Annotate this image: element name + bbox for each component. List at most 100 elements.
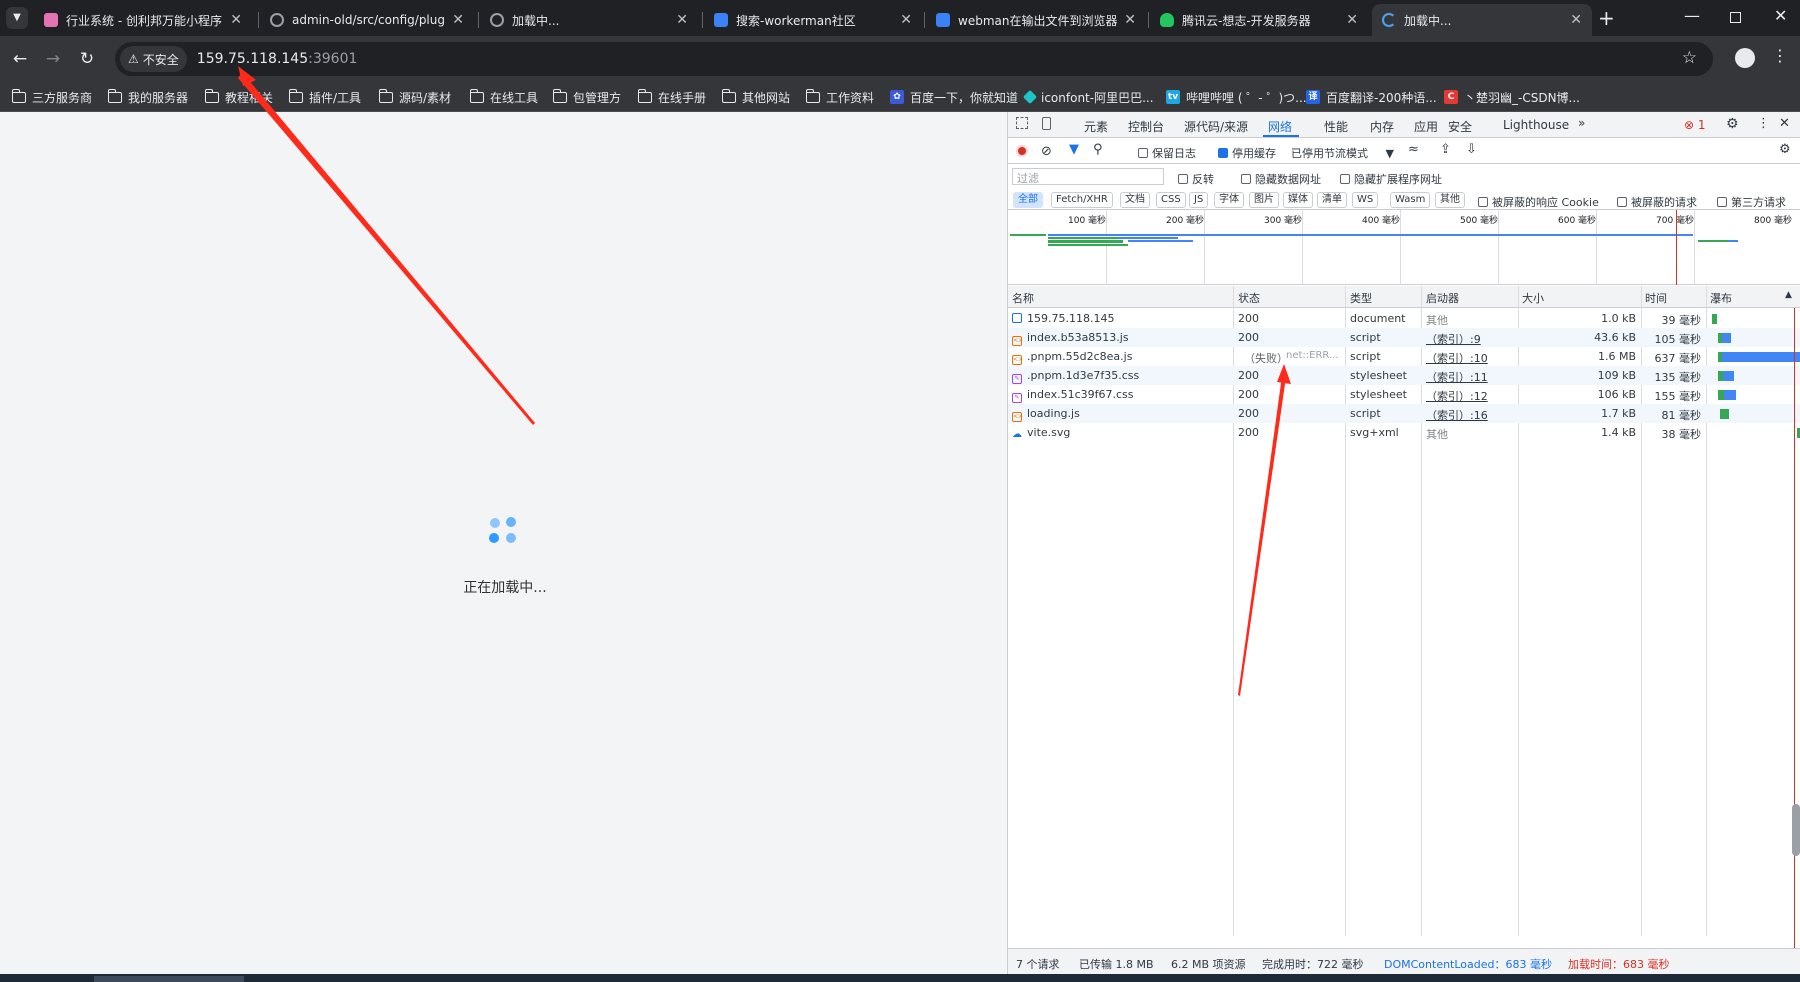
bookmark-link[interactable]: iconfont-阿里巴巴... — [1022, 87, 1154, 107]
disable-cache-checkbox[interactable]: 停用缓存 — [1218, 145, 1276, 161]
invert-checkbox[interactable]: 反转 — [1178, 171, 1214, 187]
initiator-link[interactable]: （索引）:9 — [1426, 331, 1481, 347]
export-har-icon[interactable]: ⇩ — [1466, 142, 1477, 157]
request-row[interactable]: <> index.b53a8513.js 200 script （索引）:9 43… — [1008, 328, 1800, 347]
tab-network[interactable]: 网络 — [1268, 118, 1292, 135]
bookmark-link[interactable]: tv 哔哩哔哩 ( ゜- ゜)つ... — [1166, 87, 1307, 107]
checkbox[interactable] — [1617, 197, 1627, 207]
type-filter-doc[interactable]: 文档 — [1120, 192, 1150, 208]
initiator-link[interactable]: （索引）:16 — [1426, 407, 1488, 423]
filter-funnel-icon[interactable]: ▼ — [1069, 142, 1079, 157]
close-icon[interactable]: ✕ — [1124, 12, 1136, 28]
column-header-initiator[interactable]: 启动器 — [1426, 290, 1459, 306]
security-chip[interactable]: ⚠ 不安全 — [120, 46, 187, 72]
type-filter-media[interactable]: 媒体 — [1283, 192, 1313, 208]
request-row[interactable]: ✎ index.51c39f67.css 200 stylesheet （索引）:… — [1008, 385, 1800, 404]
request-row[interactable]: ✎ .pnpm.1d3e7f35.css 200 stylesheet （索引）:… — [1008, 366, 1800, 385]
error-badge[interactable]: ⊗ 1 — [1684, 118, 1706, 132]
tab-4[interactable]: webman在输出文件到浏览器时... ✕ — [926, 4, 1146, 36]
checkbox[interactable] — [1717, 197, 1727, 207]
request-row[interactable]: 159.75.118.145 200 document 其他 1.0 kB 39… — [1008, 309, 1800, 328]
scrollbar-thumb[interactable] — [1792, 804, 1800, 856]
request-row[interactable]: ☁ vite.svg 200 svg+xml 其他 1.4 kB 38 毫秒 — [1008, 423, 1800, 442]
more-options-icon[interactable]: ⋮ — [1757, 116, 1770, 131]
tab-console[interactable]: 控制台 — [1128, 118, 1164, 135]
profile-avatar[interactable] — [1735, 48, 1755, 68]
close-icon[interactable]: ✕ — [900, 12, 912, 28]
sort-ascending-icon[interactable]: ▲ — [1785, 290, 1792, 300]
tab-performance[interactable]: 性能 — [1324, 118, 1348, 135]
initiator-link[interactable]: （索引）:12 — [1426, 388, 1488, 404]
tab-5[interactable]: 腾讯云-想志-开发服务器 ✕ — [1150, 4, 1368, 36]
device-toolbar-icon[interactable] — [1042, 117, 1051, 130]
minimize-button[interactable]: — — [1684, 6, 1700, 25]
type-filter-font[interactable]: 字体 — [1214, 192, 1244, 208]
checkbox[interactable] — [1478, 197, 1488, 207]
column-header-type[interactable]: 类型 — [1350, 290, 1372, 306]
column-header-waterfall[interactable]: 瀑布 — [1710, 290, 1732, 306]
tab-search-button[interactable]: ▼ — [6, 7, 28, 29]
inspect-element-icon[interactable] — [1016, 117, 1028, 129]
type-filter-js[interactable]: JS — [1189, 192, 1209, 208]
filter-input[interactable]: 过滤 — [1012, 168, 1164, 185]
close-icon[interactable]: ✕ — [676, 12, 688, 28]
close-window-button[interactable]: ✕ — [1774, 6, 1787, 25]
bookmark-folder[interactable]: 插件/工具 — [289, 87, 361, 107]
record-stop-icon[interactable] — [1016, 145, 1028, 157]
back-arrow-icon[interactable]: ← — [9, 48, 31, 70]
type-filter-other[interactable]: 其他 — [1435, 192, 1465, 208]
request-row[interactable]: <> loading.js 200 script （索引）:16 1.7 kB 8… — [1008, 404, 1800, 423]
settings-gear-icon[interactable]: ⚙ — [1726, 116, 1739, 132]
bookmark-folder[interactable]: 教程相关 — [205, 87, 273, 107]
tab-lighthouse[interactable]: Lighthouse — [1503, 118, 1569, 132]
type-filter-wasm[interactable]: Wasm — [1390, 192, 1431, 208]
preserve-log-checkbox[interactable]: 保留日志 — [1138, 145, 1196, 161]
initiator-link[interactable]: （索引）:10 — [1426, 350, 1488, 366]
bookmark-link[interactable]: C 丶楚羽幽_-CSDN博... — [1444, 87, 1580, 107]
network-settings-gear-icon[interactable]: ⚙ — [1779, 142, 1791, 157]
checkbox[interactable] — [1178, 174, 1188, 184]
close-devtools-icon[interactable]: ✕ — [1779, 116, 1790, 131]
bookmark-folder[interactable]: 三方服务商 — [12, 87, 92, 107]
more-tabs-chevron-icon[interactable]: » — [1578, 116, 1585, 130]
more-menu-icon[interactable]: ⋮ — [1772, 46, 1788, 65]
bookmark-folder[interactable]: 在线手册 — [638, 87, 706, 107]
column-header-name[interactable]: 名称 — [1012, 290, 1034, 306]
close-icon[interactable]: ✕ — [1570, 12, 1582, 28]
tab-3[interactable]: 搜索-workerman社区 ✕ — [704, 4, 922, 36]
tab-0[interactable]: 行业系统 - 创利邦万能小程序 ✕ — [34, 4, 252, 36]
column-header-size[interactable]: 大小 — [1522, 290, 1544, 306]
bookmark-link[interactable]: 译百度翻译-200种语... — [1306, 87, 1437, 107]
reload-icon[interactable]: ↻ — [76, 48, 98, 70]
tab-memory[interactable]: 内存 — [1370, 118, 1394, 135]
network-conditions-icon[interactable]: ≈ — [1408, 142, 1419, 157]
request-row[interactable]: <> .pnpm.55d2c8ea.js （失败） net::ERR... scr… — [1008, 347, 1800, 366]
network-overview-timeline[interactable]: 100 毫秒 200 毫秒 300 毫秒 400 毫秒 500 毫秒 600 毫… — [1008, 210, 1800, 285]
close-icon[interactable]: ✕ — [230, 12, 242, 28]
address-bar[interactable]: ⚠ 不安全 159.75.118.145:39601 ☆ — [115, 42, 1713, 76]
tab-elements[interactable]: 元素 — [1084, 118, 1108, 135]
checkbox[interactable] — [1340, 174, 1350, 184]
blocked-cookies-checkbox[interactable]: 被屏蔽的响应 Cookie — [1478, 194, 1599, 210]
bookmark-folder[interactable]: 工作资料 — [806, 87, 874, 107]
checkbox[interactable] — [1138, 148, 1148, 158]
bookmark-star-icon[interactable]: ☆ — [1682, 48, 1697, 68]
tab-2[interactable]: 加载中... ✕ — [480, 4, 698, 36]
blocked-requests-checkbox[interactable]: 被屏蔽的请求 — [1617, 194, 1697, 210]
taskbar-item[interactable] — [94, 976, 244, 982]
type-filter-css[interactable]: CSS — [1156, 192, 1186, 208]
initiator-link[interactable]: （索引）:11 — [1426, 369, 1488, 385]
tab-1[interactable]: admin-old/src/config/plugin... ✕ — [260, 4, 474, 36]
bookmark-folder[interactable]: 其他网站 — [722, 87, 790, 107]
bookmark-folder[interactable]: 源码/素材 — [379, 87, 451, 107]
third-party-checkbox[interactable]: 第三方请求 — [1717, 194, 1786, 210]
forward-arrow-icon[interactable]: → — [42, 48, 64, 70]
type-filter-ws[interactable]: WS — [1352, 192, 1379, 208]
bookmark-folder[interactable]: 在线工具 — [470, 87, 538, 107]
close-icon[interactable]: ✕ — [452, 12, 464, 28]
close-icon[interactable]: ✕ — [1346, 12, 1358, 28]
hide-data-urls-checkbox[interactable]: 隐藏数据网址 — [1241, 171, 1321, 187]
restore-button[interactable] — [1730, 12, 1741, 23]
bookmark-folder[interactable]: 包管理方 — [553, 87, 621, 107]
search-icon[interactable]: ⚲ — [1093, 142, 1103, 157]
